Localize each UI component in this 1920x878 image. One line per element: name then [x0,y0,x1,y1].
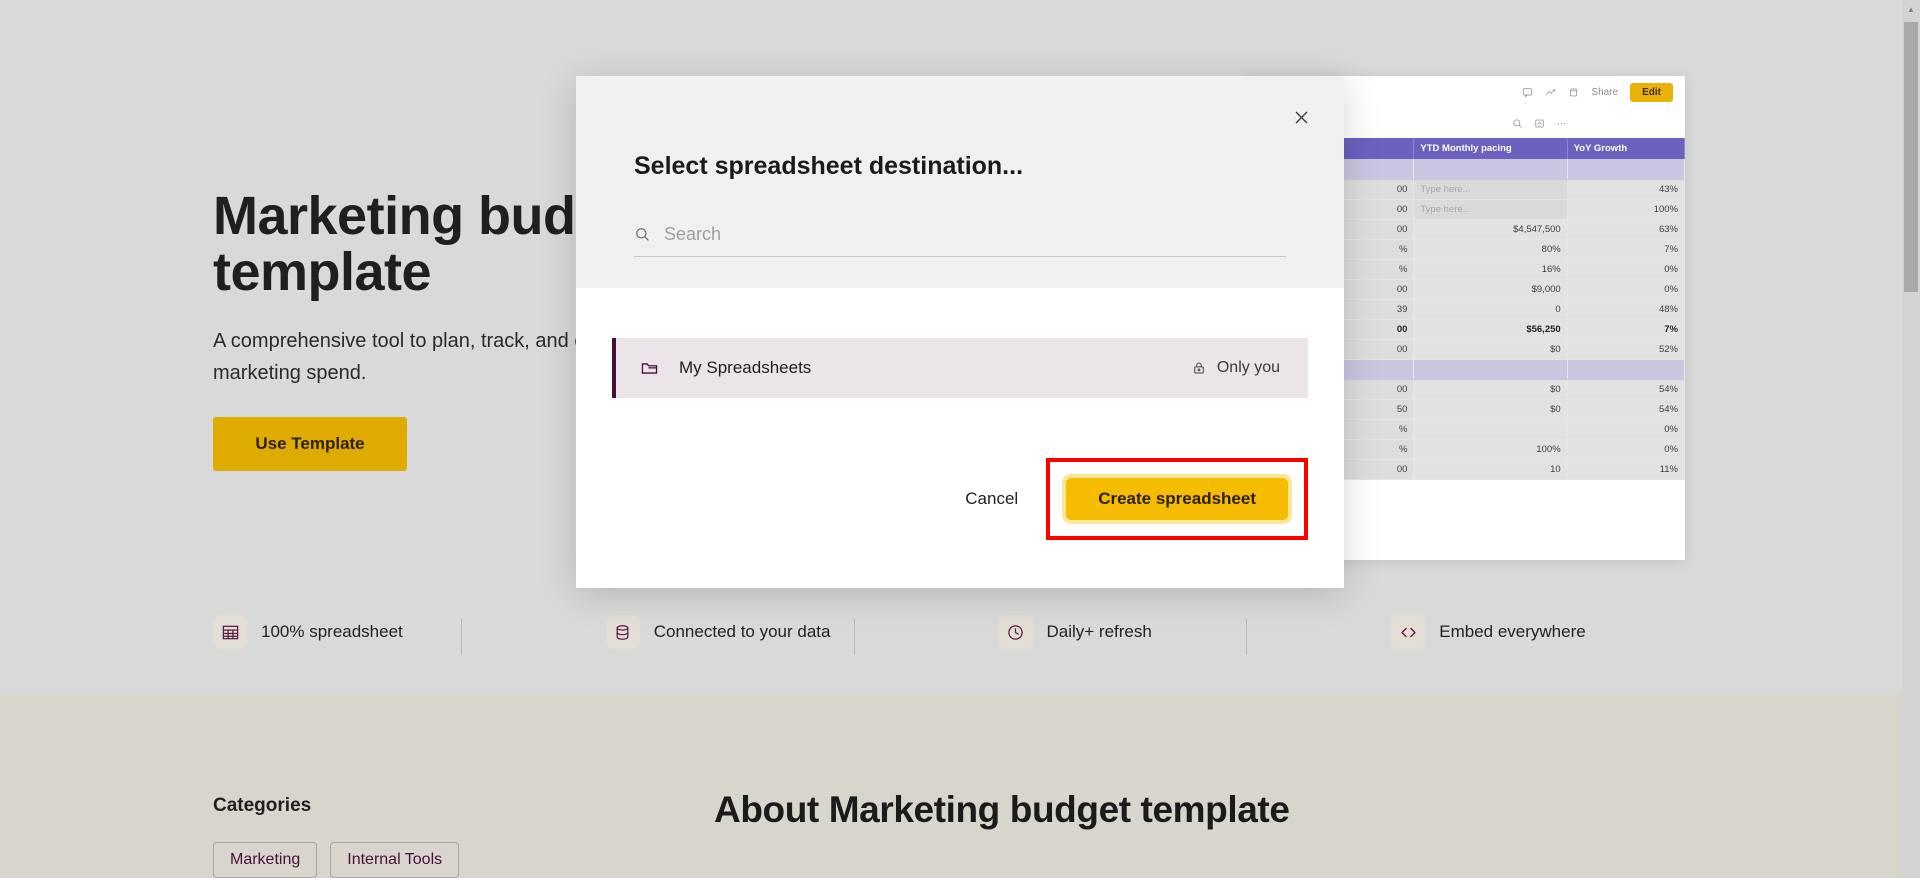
table-cell: 0% [1567,279,1685,300]
feature-item-data: Connected to your data [510,615,903,655]
modal-header: Select spreadsheet destination... [576,76,1344,288]
search-field[interactable] [634,224,1286,257]
folder-icon [640,359,659,378]
destination-item-my-spreadsheets[interactable]: My Spreadsheets Only you [612,338,1308,398]
preview-share-label[interactable]: Share [1591,87,1618,98]
destination-list: My Spreadsheets Only you [612,338,1308,398]
more-horizontal-icon[interactable] [1556,118,1567,129]
search-icon[interactable] [1512,118,1523,129]
table-cell: Type here... [1413,179,1568,200]
table-cell [1567,359,1685,380]
preview-edit-button[interactable]: Edit [1630,82,1673,102]
trend-chart-icon[interactable] [1545,87,1556,98]
table-cell: 7% [1567,239,1685,260]
feature-label: 100% spreadsheet [261,622,403,641]
table-cell: 100% [1413,439,1568,460]
column-header: YoY Growth [1567,138,1685,159]
feature-label: Connected to your data [653,622,831,641]
feature-item-embed: Embed everywhere [1295,615,1688,649]
table-cell: 0 [1413,299,1568,320]
feature-strip: 100% spreadsheet Connected to your data … [213,608,1688,656]
modal-action-bar: Cancel Create spreadsheet [961,458,1308,540]
table-cell: 52% [1567,339,1685,360]
table-cell: 54% [1567,399,1685,420]
destination-access: Only you [1191,359,1280,377]
destination-name: My Spreadsheets [679,358,812,377]
table-cell [1567,159,1685,180]
table-cell: 0% [1567,439,1685,460]
search-icon [634,226,651,243]
comment-icon[interactable] [1522,87,1533,98]
feature-item-refresh: Daily+ refresh [903,615,1296,655]
table-cell: $4,547,500 [1413,219,1568,240]
trash-icon[interactable] [1568,87,1579,98]
table-cell: 10 [1413,459,1568,480]
feature-label: Embed everywhere [1439,622,1586,641]
scrollbar-thumb[interactable] [1904,22,1918,292]
table-cell: $56,250 [1413,319,1568,340]
create-spreadsheet-button[interactable]: Create spreadsheet [1062,474,1292,524]
page-root: Marketing budget template A comprehensiv… [0,0,1920,878]
code-brackets-icon [1391,615,1426,649]
table-cell: 54% [1567,379,1685,400]
table-cell: 100% [1567,199,1685,220]
table-cell: 7% [1567,319,1685,340]
table-cell: $0 [1413,379,1568,400]
database-icon [605,615,640,649]
category-chip-marketing[interactable]: Marketing [213,842,318,878]
feature-item-spreadsheet: 100% spreadsheet [213,615,510,655]
table-cell [1413,359,1568,380]
table-cell: 0% [1567,259,1685,280]
table-cell: 43% [1567,179,1685,200]
table-cell: $9,000 [1413,279,1568,300]
table-cell [1413,419,1568,440]
search-input[interactable] [664,224,1286,245]
column-header: YTD Monthly pacing [1413,138,1568,159]
table-cell: 63% [1567,219,1685,240]
table-cell: 48% [1567,299,1685,320]
table-cell: 16% [1413,259,1568,280]
table-cell: 80% [1413,239,1568,260]
table-cell: Type here... [1413,199,1568,220]
modal-body: My Spreadsheets Only you Cancel Create s… [576,288,1344,588]
modal-title: Select spreadsheet destination... [634,152,1024,180]
destination-item-main: My Spreadsheets [640,358,1191,378]
select-destination-modal: Select spreadsheet destination... Search… [576,76,1344,588]
cancel-button[interactable]: Cancel [961,481,1022,517]
category-chip-list: Marketing Internal Tools [213,842,460,878]
note-icon[interactable] [1534,118,1545,129]
vertical-scrollbar[interactable]: ▲ [1902,0,1920,878]
table-cell [1413,159,1568,180]
table-cell: 0% [1567,419,1685,440]
categories-heading: Categories [213,795,312,816]
feature-label: Daily+ refresh [1046,622,1152,641]
chevron-up-icon[interactable]: ▲ [1902,0,1920,18]
table-cell: 11% [1567,459,1685,480]
clock-icon [998,615,1033,649]
category-chip-internal-tools[interactable]: Internal Tools [330,842,460,878]
table-cell: $0 [1413,399,1568,420]
spreadsheet-grid-icon [213,615,247,649]
use-template-button[interactable]: Use Template [213,417,407,471]
table-cell: $0 [1413,339,1568,360]
lock-icon [1191,360,1207,376]
destination-access-label: Only you [1216,359,1280,376]
close-icon[interactable] [1286,102,1316,132]
create-button-annotation-highlight: Create spreadsheet [1046,458,1308,540]
about-heading: About Marketing budget template [714,789,1290,830]
